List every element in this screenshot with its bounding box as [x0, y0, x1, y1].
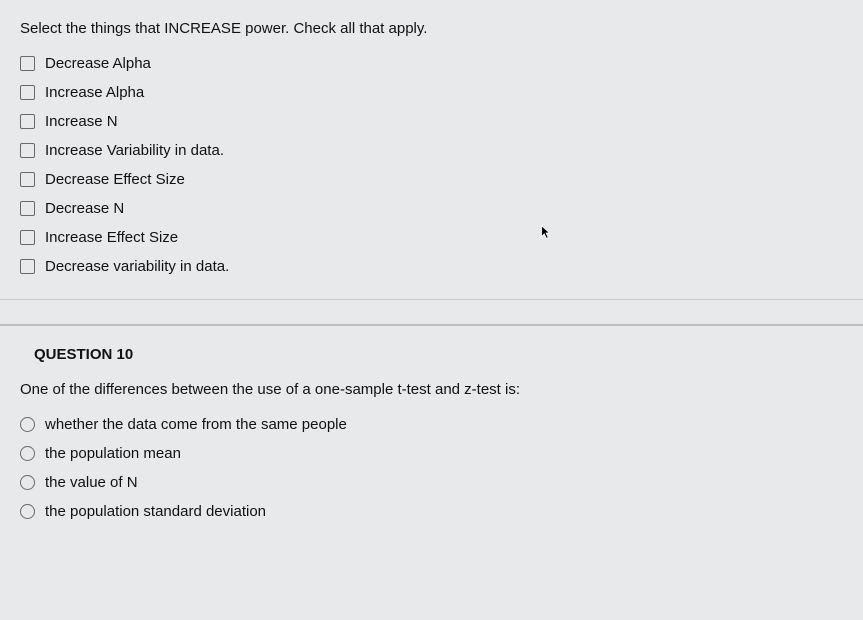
question-9-block: Select the things that INCREASE power. C… [0, 0, 863, 326]
question-9-prompt: Select the things that INCREASE power. C… [20, 20, 845, 37]
q10-option-row[interactable]: the value of N [18, 468, 845, 497]
q10-option-label: the value of N [45, 474, 138, 491]
radio-icon[interactable] [20, 504, 35, 519]
q10-option-row[interactable]: the population standard deviation [18, 497, 845, 526]
q9-option-row[interactable]: Decrease Alpha [18, 49, 845, 78]
q9-option-row[interactable]: Increase Effect Size [18, 223, 845, 252]
checkbox-icon[interactable] [20, 230, 35, 245]
q9-option-label: Increase Alpha [45, 84, 144, 101]
q9-option-label: Increase Effect Size [45, 229, 178, 246]
radio-icon[interactable] [20, 446, 35, 461]
checkbox-icon[interactable] [20, 143, 35, 158]
q9-option-label: Increase Variability in data. [45, 142, 224, 159]
radio-icon[interactable] [20, 475, 35, 490]
q9-option-row[interactable]: Increase Variability in data. [18, 136, 845, 165]
separator-line [0, 299, 863, 300]
q10-option-label: the population standard deviation [45, 503, 266, 520]
q9-option-label: Decrease variability in data. [45, 258, 229, 275]
q9-option-row[interactable]: Decrease variability in data. [18, 252, 845, 281]
checkbox-icon[interactable] [20, 85, 35, 100]
q10-option-row[interactable]: the population mean [18, 439, 845, 468]
checkbox-icon[interactable] [20, 56, 35, 71]
radio-icon[interactable] [20, 417, 35, 432]
question-10-prompt: One of the differences between the use o… [20, 381, 845, 398]
q10-option-row[interactable]: whether the data come from the same peop… [18, 410, 845, 439]
q9-option-row[interactable]: Decrease Effect Size [18, 165, 845, 194]
question-10-heading: QUESTION 10 [34, 346, 845, 363]
q9-option-label: Decrease N [45, 200, 124, 217]
checkbox-icon[interactable] [20, 172, 35, 187]
q9-option-label: Decrease Effect Size [45, 171, 185, 188]
checkbox-icon[interactable] [20, 201, 35, 216]
q10-option-label: whether the data come from the same peop… [45, 416, 347, 433]
q9-option-label: Decrease Alpha [45, 55, 151, 72]
q9-option-row[interactable]: Increase Alpha [18, 78, 845, 107]
checkbox-icon[interactable] [20, 259, 35, 274]
q9-option-row[interactable]: Increase N [18, 107, 845, 136]
checkbox-icon[interactable] [20, 114, 35, 129]
q9-option-row[interactable]: Decrease N [18, 194, 845, 223]
question-10-block: QUESTION 10 One of the differences betwe… [0, 326, 863, 550]
q10-option-label: the population mean [45, 445, 181, 462]
q9-option-label: Increase N [45, 113, 118, 130]
